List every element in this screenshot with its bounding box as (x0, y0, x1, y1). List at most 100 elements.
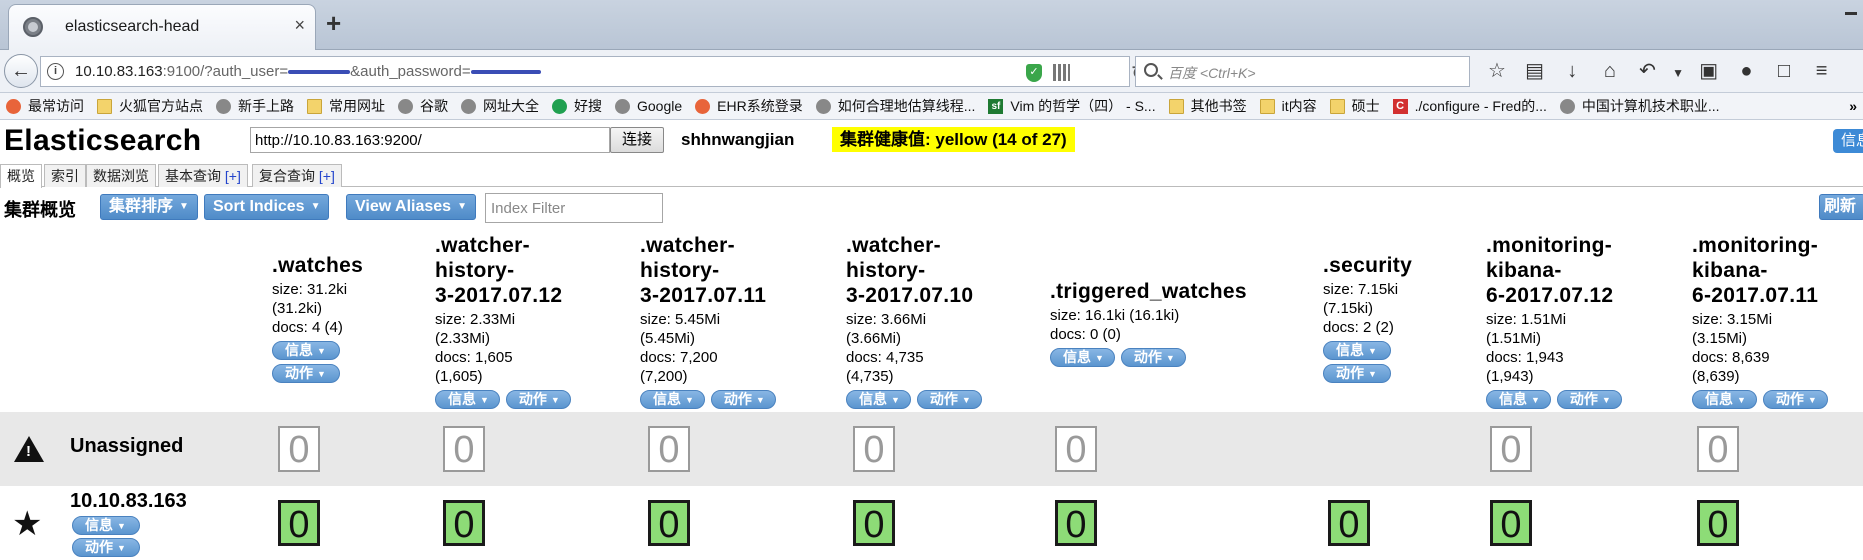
started-shard[interactable]: 0 (1697, 500, 1739, 546)
index-action-button[interactable]: 动作 ▼ (1556, 390, 1622, 409)
chevron-down-icon: ▼ (317, 369, 326, 379)
cluster-name: shhnwangjian (681, 130, 795, 149)
bookmark-item[interactable]: 谷歌 (398, 93, 448, 119)
search-box[interactable]: 百度 <Ctrl+K> (1135, 56, 1470, 87)
shield-icon[interactable]: ✓ (1026, 64, 1042, 82)
bookmark-item[interactable]: 新手上路 (216, 93, 294, 119)
undo-icon[interactable]: ↶ (1631, 58, 1665, 83)
unassigned-shard[interactable]: 0 (1697, 426, 1739, 472)
address-bar[interactable]: i 10.10.83.163:9100/?auth_user= &auth_pas… (40, 56, 1148, 87)
back-button[interactable]: ← (4, 54, 38, 88)
started-shard[interactable]: 0 (443, 500, 485, 546)
index-info-button[interactable]: 信息 ▼ (640, 390, 705, 409)
index-info-button[interactable]: 信息 ▼ (1050, 348, 1115, 367)
index-info-button[interactable]: 信息 ▼ (435, 390, 500, 409)
unassigned-label: Unassigned (70, 435, 184, 457)
globe-icon (615, 99, 630, 114)
sort-indices-label: Sort Indices (213, 198, 305, 215)
bookmark-item[interactable]: it内容 (1259, 93, 1317, 119)
unassigned-shard[interactable]: 0 (278, 426, 320, 472)
bookmark-item[interactable]: 其他书签 (1168, 93, 1247, 119)
add-query-icon[interactable]: [+] (225, 168, 241, 184)
bookmark-item[interactable]: 常用网址 (307, 93, 385, 119)
bookmark-item[interactable]: 硕士 (1329, 93, 1380, 119)
view-aliases-button[interactable]: View Aliases ▼ (346, 194, 476, 220)
index-info-button[interactable]: 信息 ▼ (1692, 390, 1757, 409)
connect-button[interactable]: 连接 (610, 127, 664, 153)
index-info-button[interactable]: 信息 ▼ (846, 390, 911, 409)
index-info-button[interactable]: 信息 ▼ (1486, 390, 1551, 409)
bookmark-item[interactable]: 中国计算机技术职业... (1559, 93, 1720, 119)
bookmark-item[interactable]: 如何合理地估算线程... (815, 93, 975, 119)
bookmarks-more-icon[interactable]: » (1849, 93, 1857, 119)
sort-cluster-button[interactable]: 集群排序 ▼ (100, 194, 198, 220)
index-action-button[interactable]: 动作 ▼ (916, 390, 982, 409)
tab-title: elasticsearch-head (65, 18, 200, 35)
started-shard[interactable]: 0 (648, 500, 690, 546)
reading-list-icon[interactable]: ▤ (1518, 58, 1552, 83)
started-shard[interactable]: 0 (1490, 500, 1532, 546)
index-action-button[interactable]: 动作 ▼ (710, 390, 776, 409)
site-info-icon[interactable]: i (47, 63, 64, 80)
bookmarks-bar: 最常访问 火狐官方站点 新手上路 常用网址 谷歌 网址大全 好搜 Google EHR系统登录 如… (0, 93, 1863, 120)
node-row: ★ 10.10.83.163 信息 ▼ 动作 ▼ 0 0 0 0 0 0 0 0 (0, 486, 1863, 560)
green-icon (552, 99, 567, 114)
new-tab-icon[interactable]: + (326, 8, 341, 39)
index-filter-input[interactable] (485, 193, 663, 223)
unassigned-shard[interactable]: 0 (443, 426, 485, 472)
app-tab[interactable]: 数据浏览 (86, 164, 156, 187)
app-tab[interactable]: 基本查询 [+] (158, 164, 248, 187)
index-info-button[interactable]: 信息 ▼ (1323, 341, 1391, 360)
app-tab[interactable]: 复合查询 [+] (252, 164, 342, 187)
pill-label: 动作 (285, 365, 313, 381)
url-query: :9100/?auth_user= (162, 63, 289, 80)
browser-tab[interactable]: elasticsearch-head × (8, 4, 316, 50)
bookmark-item[interactable]: Google (615, 93, 682, 119)
unassigned-shard[interactable]: 0 (1055, 426, 1097, 472)
bookmark-item[interactable]: 网址大全 (461, 93, 539, 119)
started-shard[interactable]: 0 (1055, 500, 1097, 546)
unassigned-shard[interactable]: 0 (853, 426, 895, 472)
node-info-button[interactable]: 信息 ▼ (72, 516, 140, 535)
app-tab[interactable]: 概览 (0, 164, 42, 188)
index-action-button[interactable]: 动作 ▼ (1762, 390, 1828, 409)
sort-indices-button[interactable]: Sort Indices ▼ (204, 194, 330, 220)
qr-code-icon[interactable] (1053, 64, 1070, 81)
browser-nav-bar: ← i 10.10.83.163:9100/?auth_user= &auth_p… (0, 50, 1863, 93)
cluster-health-badge: 集群健康值: yellow (14 of 27) (832, 127, 1075, 152)
bookmark-item[interactable]: 最常访问 (6, 93, 84, 119)
bookmark-item[interactable]: C ./configure - Fred的... (1392, 93, 1547, 119)
index-action-button[interactable]: 动作 ▼ (272, 364, 340, 383)
unassigned-shard[interactable]: 0 (648, 426, 690, 472)
download-icon[interactable]: ↓ (1555, 60, 1589, 83)
cluster-url-input[interactable] (250, 127, 610, 153)
bookmark-item[interactable]: 火狐官方站点 (97, 93, 203, 119)
tab-close-icon[interactable]: × (294, 15, 305, 36)
index-action-button[interactable]: 动作 ▼ (1323, 364, 1391, 383)
add-query-icon[interactable]: [+] (319, 168, 335, 184)
menu-icon[interactable]: ≡ (1805, 60, 1839, 83)
started-shard[interactable]: 0 (278, 500, 320, 546)
screenshot-icon[interactable]: ▣ (1692, 58, 1726, 83)
index-docs-total: (7,200) (640, 368, 688, 385)
minimize-icon[interactable] (1845, 12, 1857, 24)
started-shard[interactable]: 0 (853, 500, 895, 546)
index-action-button[interactable]: 动作 ▼ (505, 390, 571, 409)
bookmark-item[interactable]: 好搜 (552, 93, 602, 119)
index-stats: size: 2.33Mi (2.33Mi) docs: 1,605 (1,605) (435, 310, 635, 386)
home-icon[interactable]: ⌂ (1593, 60, 1627, 83)
app-tab[interactable]: 索引 (44, 164, 86, 187)
bookmark-star-icon[interactable]: ☆ (1480, 58, 1514, 83)
dropdown-icon[interactable]: ▼ (1668, 66, 1688, 80)
node-action-button[interactable]: 动作 ▼ (72, 538, 140, 557)
extension-icon[interactable]: □ (1767, 60, 1801, 83)
bookmark-item[interactable]: sf Vim 的哲学（四） - S... (988, 93, 1156, 119)
index-info-button[interactable]: 信息 ▼ (272, 341, 340, 360)
unassigned-shard[interactable]: 0 (1490, 426, 1532, 472)
bookmark-item[interactable]: EHR系统登录 (695, 93, 803, 119)
refresh-button[interactable]: 刷新 (1819, 194, 1863, 220)
chat-icon[interactable]: ● (1729, 60, 1763, 83)
info-button[interactable]: 信息 (1833, 129, 1863, 153)
started-shard[interactable]: 0 (1328, 500, 1370, 546)
index-action-button[interactable]: 动作 ▼ (1120, 348, 1186, 367)
